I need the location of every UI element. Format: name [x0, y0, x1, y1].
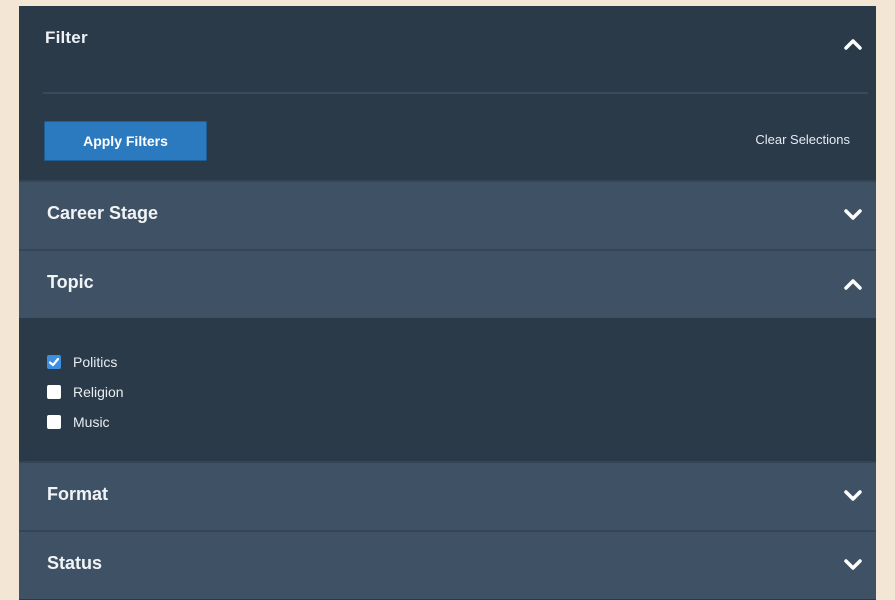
topic-options: Politics Religion Music	[19, 318, 876, 461]
filter-title: Filter	[45, 28, 88, 47]
section-label: Career Stage	[47, 203, 159, 223]
checkmark-icon	[48, 357, 60, 367]
chevron-down-icon[interactable]	[842, 488, 864, 504]
filter-panel: Filter Apply Filters Clear Selections Ca…	[19, 6, 876, 600]
topic-option-politics[interactable]: Politics	[47, 354, 117, 370]
section-label: Format	[47, 484, 109, 504]
section-label: Topic	[47, 272, 94, 292]
chevron-up-icon[interactable]	[842, 276, 864, 292]
apply-filters-button[interactable]: Apply Filters	[44, 121, 207, 161]
option-label: Politics	[73, 354, 118, 370]
clear-selections-link[interactable]: Clear Selections	[755, 132, 850, 147]
filter-header[interactable]: Filter	[19, 6, 876, 94]
topic-option-music[interactable]: Music	[47, 414, 110, 430]
option-label: Music	[73, 414, 110, 430]
checkbox[interactable]	[47, 385, 61, 399]
checkbox-checked[interactable]	[47, 355, 61, 369]
section-topic[interactable]: Topic	[19, 249, 876, 318]
checkbox[interactable]	[47, 415, 61, 429]
filter-actions: Apply Filters Clear Selections	[19, 94, 876, 180]
section-label: Status	[47, 553, 103, 573]
chevron-down-icon[interactable]	[842, 207, 864, 223]
section-career-stage[interactable]: Career Stage	[19, 180, 876, 249]
section-status[interactable]: Status	[19, 530, 876, 599]
chevron-down-icon[interactable]	[842, 557, 864, 573]
section-format[interactable]: Format	[19, 461, 876, 530]
topic-option-religion[interactable]: Religion	[47, 384, 124, 400]
chevron-up-icon[interactable]	[842, 36, 864, 52]
option-label: Religion	[73, 384, 124, 400]
